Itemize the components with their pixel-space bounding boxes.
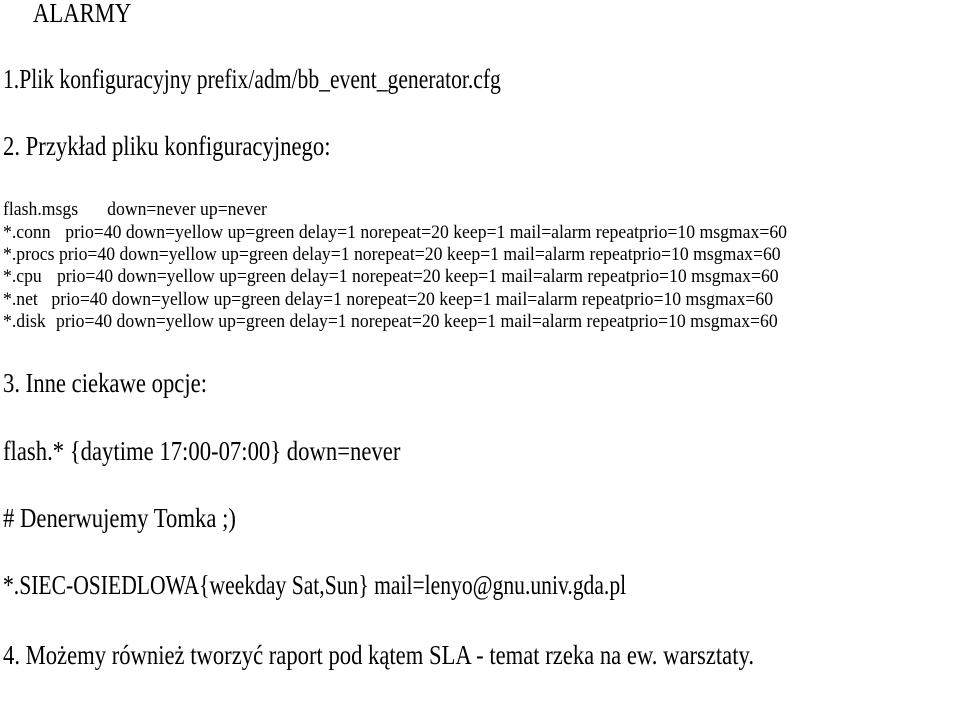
config-key: *.conn	[3, 222, 51, 243]
config-key: flash.msgs	[3, 199, 79, 220]
config-key: *.disk	[3, 311, 46, 332]
document-title: ALARMY	[33, 0, 132, 28]
option-line-comment: # Denerwujemy Tomka ;)	[3, 503, 236, 533]
config-key: *.cpu	[3, 266, 42, 287]
config-value: prio=40 down=yellow up=green delay=1 nor…	[58, 244, 781, 265]
config-line: *.disk prio=40 down=yellow up=green delay…	[3, 312, 778, 331]
config-line: *.procs prio=40 down=yellow up=green del…	[3, 245, 781, 264]
section-other-options: 3. Inne ciekawe opcje:	[3, 368, 208, 398]
config-value: prio=40 down=yellow up=green delay=1 nor…	[51, 289, 774, 310]
section-config-example: 2. Przykład pliku konfiguracyjnego:	[3, 131, 331, 161]
config-value: prio=40 down=yellow up=green delay=1 nor…	[65, 222, 788, 243]
config-value: prio=40 down=yellow up=green delay=1 nor…	[56, 311, 778, 332]
section-config-file: 1.Plik konfiguracyjny prefix/adm/bb_even…	[3, 64, 501, 94]
config-key: *.procs	[3, 244, 55, 265]
config-line: *.conn prio=40 down=yellow up=green delay…	[3, 223, 787, 242]
config-line: *.net prio=40 down=yellow up=green delay=…	[3, 290, 773, 309]
option-line-weekday: *.SIEC-OSIEDLOWA{weekday Sat,Sun} mail=l…	[3, 570, 627, 600]
section-sla-report: 4. Możemy również tworzyć raport pod kąt…	[3, 640, 754, 670]
config-line: *.cpu prio=40 down=yellow up=green delay=…	[3, 267, 779, 286]
config-key: *.net	[3, 289, 38, 310]
option-line-daytime: flash.* {daytime 17:00-07:00} down=never	[3, 436, 401, 466]
config-value: prio=40 down=yellow up=green delay=1 nor…	[56, 266, 779, 287]
config-line: flash.msgs down=never up=never	[3, 200, 267, 219]
config-value: down=never up=never	[107, 199, 267, 220]
